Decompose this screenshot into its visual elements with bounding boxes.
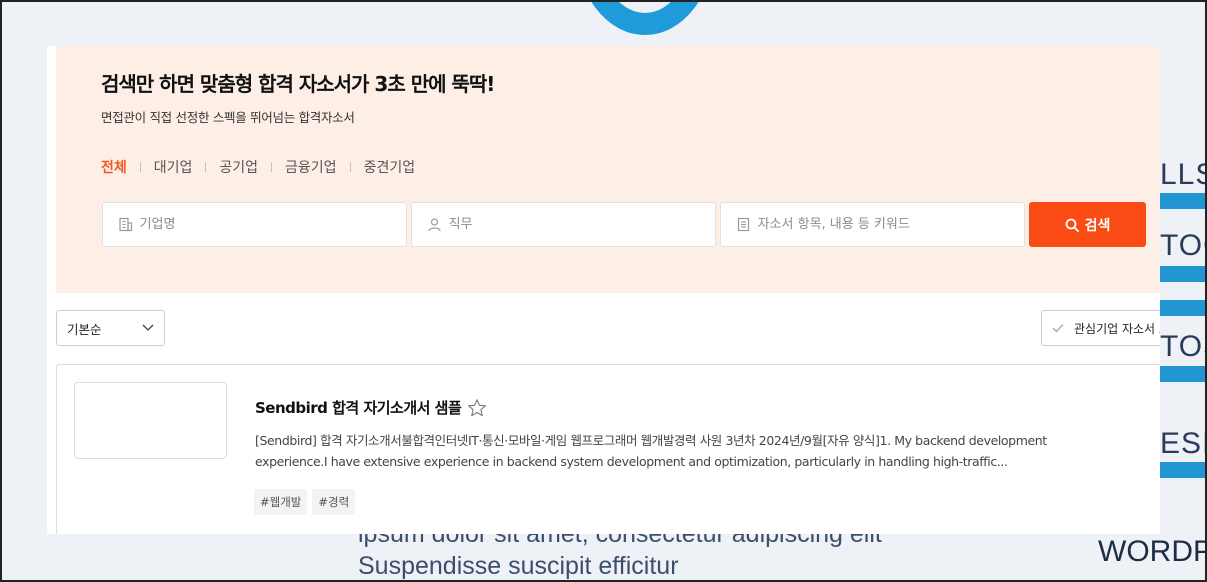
result-title-row: Sendbird 합격 자기소개서 샘플 (255, 397, 487, 418)
sort-selected-value: 기본순 (67, 321, 102, 337)
search-icon (1065, 218, 1079, 232)
tab-divider (205, 162, 207, 172)
document-icon (735, 216, 752, 234)
keyword-field[interactable] (720, 202, 1025, 247)
search-bar: 검색 (102, 202, 1146, 247)
result-tags: #웹개발 #경력 (254, 489, 356, 515)
star-icon[interactable] (467, 398, 487, 418)
hero-banner: 검색만 하면 맞춤형 합격 자소서가 3초 만에 뚝딱! 면접관이 직접 선정한… (56, 46, 1160, 293)
page-title: 검색만 하면 맞춤형 합격 자소서가 3초 만에 뚝딱! (101, 72, 495, 96)
company-logo (74, 382, 227, 459)
tab-divider (271, 162, 273, 172)
tag-chip[interactable]: #웹개발 (254, 489, 308, 515)
background-logo-circle (575, 0, 715, 35)
chevron-down-icon (142, 324, 154, 332)
search-button[interactable]: 검색 (1029, 202, 1146, 247)
check-icon (1052, 323, 1064, 333)
company-field[interactable] (102, 202, 407, 247)
tab-midsize-company[interactable]: 중견기업 (364, 157, 416, 177)
tab-public-company[interactable]: 공기업 (219, 157, 258, 177)
tag-chip[interactable]: #경력 (312, 489, 356, 515)
category-tabs: 전체 대기업 공기업 금융기업 중견기업 (101, 157, 415, 177)
keyword-input[interactable] (757, 217, 1024, 232)
tab-large-company[interactable]: 대기업 (154, 157, 193, 177)
tab-divider (349, 162, 351, 172)
search-button-label: 검색 (1084, 217, 1111, 234)
favorite-companies-filter[interactable]: 관심기업 자소서 보 (1041, 310, 1160, 346)
background-blue-bar (1160, 366, 1207, 382)
job-input[interactable] (448, 217, 715, 232)
tab-divider (139, 162, 141, 172)
result-description: [Sendbird] 합격 자기소개서불합격인터넷IT·통신·모바일·게임 웹프… (255, 430, 1055, 472)
favorite-companies-filter-label: 관심기업 자소서 보 (1074, 321, 1160, 336)
background-word: TOS (1160, 330, 1207, 363)
job-field[interactable] (411, 202, 716, 247)
resume-search-window: 검색만 하면 맞춤형 합격 자소서가 3초 만에 뚝딱! 면접관이 직접 선정한… (47, 46, 1160, 534)
building-icon (117, 216, 134, 234)
background-word: ESIG (1160, 427, 1207, 460)
background-word: TOO (1160, 229, 1207, 262)
background-blue-bar (1160, 193, 1207, 209)
background-word: WORDP (1098, 535, 1207, 568)
result-title[interactable]: Sendbird 합격 자기소개서 샘플 (255, 397, 462, 418)
background-text: Suspendisse suscipit efficitur (358, 552, 679, 580)
sort-dropdown[interactable]: 기본순 (56, 310, 165, 346)
result-description-line: [Sendbird] 합격 자기소개서불합격인터넷IT·통신·모바일·게임 웹프… (255, 433, 1047, 448)
tab-finance-company[interactable]: 금융기업 (285, 157, 337, 177)
result-description-line: experience.I have extensive experience i… (255, 454, 1008, 469)
page-subtitle: 면접관이 직접 선정한 스펙을 뛰어넘는 합격자소서 (101, 110, 355, 125)
background-word: LLS (1160, 158, 1207, 191)
company-input[interactable] (139, 217, 406, 232)
background-blue-bar (1160, 462, 1207, 478)
tab-all[interactable]: 전체 (101, 157, 127, 177)
result-card[interactable]: Sendbird 합격 자기소개서 샘플 [Sendbird] 합격 자기소개서… (56, 364, 1160, 534)
person-icon (426, 216, 443, 234)
background-blue-bar (1160, 300, 1207, 316)
background-blue-bar (1160, 266, 1207, 282)
